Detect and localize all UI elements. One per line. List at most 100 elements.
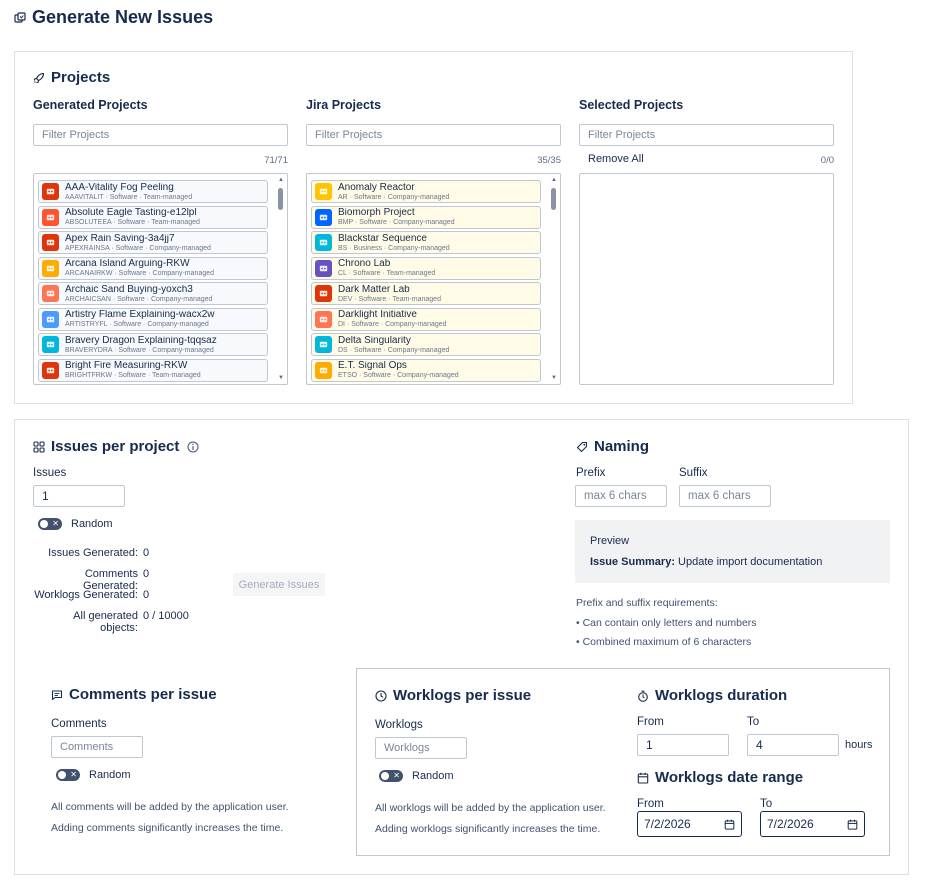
preview-summary: Issue Summary: Update import documentati… (590, 556, 823, 568)
project-meta: DI · Software · Company-managed (338, 321, 447, 328)
calendar-icon[interactable] (847, 819, 858, 830)
project-meta: ABSOLUTEEA · Software · Team-managed (65, 219, 200, 226)
project-list-item[interactable]: Artistry Flame Explaining-wacx2w ARTISTRY… (38, 307, 268, 331)
project-meta: AR · Software · Company-managed (338, 193, 450, 201)
duration-from-input[interactable] (637, 734, 729, 756)
project-list-item[interactable]: Archaic Sand Buying-yoxch3 ARCHAICSAN · S… (38, 282, 268, 305)
project-text: Blackstar Sequence BS · Business · Compan… (338, 234, 450, 252)
selected-projects-title: Selected Projects (579, 98, 684, 112)
preview-title: Preview (590, 535, 630, 547)
project-avatar-icon (42, 361, 59, 379)
comments-note: Adding comments significantly increases … (51, 822, 284, 834)
scrollbar[interactable]: ▲ ▼ (550, 176, 558, 382)
project-list-item[interactable]: Dark Matter Lab DEV · Software · Team-man… (311, 282, 541, 305)
project-list-item[interactable]: Absolute Eagle Tasting-e12lpl ABSOLUTEEA … (38, 205, 268, 229)
duration-to-label: To (747, 716, 760, 728)
project-meta: BS · Business · Company-managed (338, 244, 450, 252)
comments-input[interactable] (51, 736, 143, 758)
project-name: Biomorph Project (338, 208, 415, 218)
project-avatar-icon (315, 234, 332, 251)
requirement-item: • Combined maximum of 6 characters (576, 636, 752, 648)
calendar-icon (637, 772, 649, 784)
issues-heading: Issues per project (33, 438, 199, 455)
generated-project-list[interactable]: ▲ ▼ AAA-Vitality Fog Peeling AAAVITALIT · … (33, 173, 288, 385)
worklogs-random-toggle[interactable]: ✕ Random (379, 770, 454, 782)
project-avatar-icon (315, 208, 332, 226)
project-text: Artistry Flame Explaining-wacx2w ARTISTRY… (65, 310, 215, 328)
generate-issues-button[interactable]: Generate Issues (233, 573, 325, 596)
project-list-item[interactable]: Blackstar Sequence BS · Business · Compan… (311, 231, 541, 254)
project-list-item[interactable]: Apex Rain Saving-3a4jj7 APEXRAINSA · Soft… (38, 231, 268, 254)
selected-project-list[interactable] (579, 173, 834, 385)
project-avatar-icon (315, 310, 332, 328)
requirements-title: Prefix and suffix requirements: (576, 597, 718, 609)
jira-project-list[interactable]: ▲ ▼ Anomaly Reactor AR · Software · Compan… (306, 173, 561, 385)
clock-icon (375, 689, 387, 702)
project-list-item[interactable]: Anomaly Reactor AR · Software · Company-m… (311, 180, 541, 203)
project-list-item[interactable]: Delta Singularity DS · Software · Company… (311, 333, 541, 356)
project-name: Chrono Lab (338, 259, 391, 269)
project-meta: BRIGHTFRKW · Software · Team-managed (65, 372, 201, 379)
worklogs-note: Adding worklogs significantly increases … (375, 823, 601, 835)
project-name: Bravery Dragon Explaining-tqqsaz (65, 335, 217, 346)
daterange-to-input[interactable]: 7/2/2026 (760, 811, 865, 837)
project-name: Archaic Sand Buying-yoxch3 (65, 284, 193, 295)
project-meta: ARCANAIRKW · Software · Company-managed (65, 270, 214, 277)
project-list-item[interactable]: AAA-Vitality Fog Peeling AAAVITALIT · Sof… (38, 180, 268, 203)
comments-random-toggle[interactable]: ✕ Random (56, 769, 131, 781)
stat-label: All generated objects: (73, 610, 138, 634)
jira-projects-title: Jira Projects (306, 98, 382, 112)
project-name: Arcana Island Arguing-RKW (65, 259, 190, 269)
prefix-input[interactable] (575, 485, 667, 507)
project-text: Biomorph Project BMP · Software · Company… (338, 208, 455, 226)
duration-to-input[interactable] (747, 734, 839, 756)
issues-input[interactable] (33, 485, 125, 507)
project-list-item[interactable]: Bravery Dragon Explaining-tqqsaz BRAVERYD… (38, 333, 268, 356)
daterange-from-label: From (637, 798, 664, 810)
project-name: Darklight Initiative (338, 310, 417, 320)
project-meta: ARCHAICSAN · Software · Company-managed (65, 295, 213, 303)
stat-value: 0 (143, 547, 150, 559)
project-name: Bright Fire Measuring-RKW (65, 361, 188, 371)
prefix-label: Prefix (576, 467, 606, 479)
daterange-to-label: To (760, 798, 773, 810)
project-list-item[interactable]: Darklight Initiative DI · Software · Comp… (311, 307, 541, 331)
selected-filter-input[interactable] (579, 124, 834, 146)
worklogs-label: Worklogs (375, 719, 423, 731)
project-meta: BRAVERYDRA · Software · Company-managed (65, 346, 214, 354)
stopwatch-icon (638, 690, 648, 702)
info-icon[interactable] (187, 441, 199, 453)
project-list-item[interactable]: Arcana Island Arguing-RKW ARCANAIRKW · So… (38, 256, 268, 280)
project-avatar-icon (42, 285, 59, 302)
project-avatar-icon (42, 259, 59, 277)
comments-heading: Comments per issue (51, 686, 217, 703)
calendar-icon[interactable] (724, 819, 735, 830)
project-name: Artistry Flame Explaining-wacx2w (65, 310, 215, 320)
worklogs-note: All worklogs will be added by the applic… (375, 802, 606, 814)
suffix-input[interactable] (679, 485, 771, 507)
project-list-item[interactable]: Bright Fire Measuring-RKW BRIGHTFRKW · So… (38, 358, 268, 382)
project-avatar-icon (42, 183, 59, 200)
project-list-item[interactable]: Biomorph Project BMP · Software · Company… (311, 205, 541, 229)
duration-from-label: From (637, 716, 664, 728)
naming-heading: Naming (576, 438, 649, 455)
project-text: E.T. Signal Ops ETSO · Software · Company… (338, 361, 459, 379)
project-list-item[interactable]: E.T. Signal Ops ETSO · Software · Company… (311, 358, 541, 382)
daterange-from-input[interactable]: 7/2/2026 (637, 811, 742, 837)
project-text: Chrono Lab CL · Software · Team-managed (338, 259, 435, 277)
rocket-icon (33, 72, 45, 83)
jira-filter-input[interactable] (306, 124, 561, 146)
comment-icon (51, 689, 63, 700)
project-text: Apex Rain Saving-3a4jj7 APEXRAINSA · Soft… (65, 234, 211, 252)
worklogs-input[interactable] (375, 737, 467, 759)
project-name: E.T. Signal Ops (338, 361, 407, 371)
project-avatar-icon (42, 208, 59, 226)
scrollbar[interactable]: ▲ ▼ (277, 176, 285, 382)
generated-filter-input[interactable] (33, 124, 288, 146)
jira-count: 35/35 (537, 155, 561, 166)
issues-random-toggle[interactable]: ✕ Random (38, 518, 113, 530)
project-text: Bright Fire Measuring-RKW BRIGHTFRKW · So… (65, 361, 201, 379)
project-list-item[interactable]: Chrono Lab CL · Software · Team-managed (311, 256, 541, 280)
page-title: Generate New Issues (14, 7, 213, 28)
project-text: Darklight Initiative DI · Software · Comp… (338, 310, 447, 328)
